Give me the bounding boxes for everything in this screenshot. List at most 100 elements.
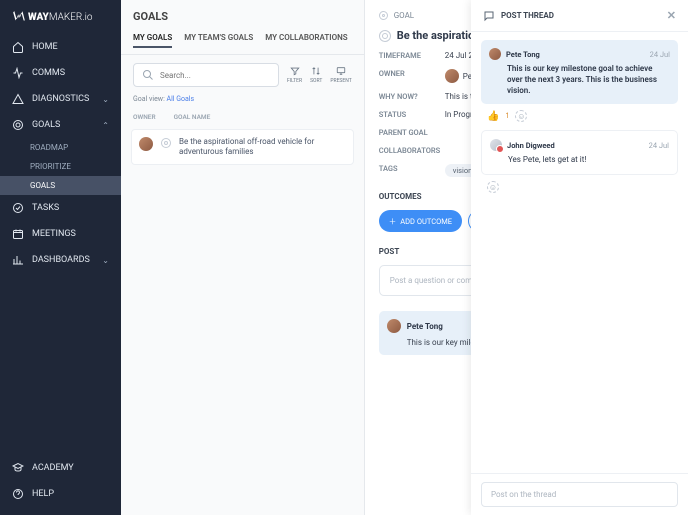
check-circle-icon <box>12 202 24 214</box>
plus-icon: ＋ <box>389 216 397 227</box>
thread-input[interactable]: Post on the thread <box>481 482 678 507</box>
nav-roadmap[interactable]: ROADMAP <box>0 138 121 157</box>
goal-view-value[interactable]: All Goals <box>167 95 195 103</box>
post-author-name: Pete Tong <box>407 322 443 331</box>
close-icon[interactable]: ✕ <box>667 9 676 22</box>
sort-icon <box>310 66 322 76</box>
target-icon <box>379 11 388 20</box>
present-icon <box>335 66 347 76</box>
goal-row[interactable]: Be the aspirational off-road vehicle for… <box>131 129 354 165</box>
nav-meetings-label: MEETINGS <box>32 229 76 239</box>
add-reaction-icon[interactable]: ☺ <box>487 181 499 193</box>
reaction-bar: 👍 1 ☺ <box>487 110 678 122</box>
col-owner: OWNER <box>133 113 156 121</box>
avatar <box>445 69 459 83</box>
reaction-bar: ☺ <box>487 181 678 193</box>
chevron-down-icon: ⌄ <box>102 256 109 265</box>
home-icon <box>12 41 24 53</box>
thread-header: POST THREAD ✕ <box>471 0 688 32</box>
nav-tasks-label: TASKS <box>32 203 59 213</box>
nav-goals-sub[interactable]: GOALS <box>0 176 121 195</box>
nav-comms-label: COMMS <box>32 68 65 78</box>
nav-footer: ACADEMY HELP <box>0 455 121 515</box>
chevron-up-icon: ⌃ <box>102 121 109 130</box>
avatar <box>387 319 401 333</box>
list-header: OWNER GOAL NAME <box>121 109 364 125</box>
parent-label: PARENT GOAL <box>379 128 445 137</box>
search-icon <box>142 69 154 81</box>
brand-logo[interactable]: WAYMAKER.io <box>0 0 121 34</box>
search-input[interactable] <box>160 71 270 80</box>
filter-tool[interactable]: FILTER <box>287 66 302 84</box>
sort-tool[interactable]: SORT <box>310 66 322 84</box>
thread-post[interactable]: Pete Tong 24 Jul This is our key milesto… <box>481 40 678 104</box>
triangle-icon <box>12 93 24 105</box>
avatar <box>490 139 502 151</box>
thumbs-up-icon[interactable]: 👍 <box>487 111 499 122</box>
activity-icon <box>12 67 24 79</box>
nav-academy[interactable]: ACADEMY <box>0 455 121 481</box>
goals-heading: GOALS <box>121 0 364 29</box>
present-label: PRESENT <box>330 78 351 84</box>
thread-input-wrap: Post on the thread <box>471 473 688 515</box>
nav-diagnostics-label: DIAGNOSTICS <box>32 94 89 104</box>
target-icon <box>379 30 391 42</box>
tab-collaborations[interactable]: MY COLLABORATIONS <box>265 29 347 48</box>
why-label: WHY NOW? <box>379 92 445 101</box>
nav-comms[interactable]: COMMS <box>0 60 121 86</box>
thread-post-author: John Digweed <box>507 141 555 150</box>
filter-icon <box>289 66 301 76</box>
nav: HOME COMMS DIAGNOSTICS ⌄ GOALS ⌃ ROADMAP… <box>0 34 121 455</box>
add-outcome-button[interactable]: ＋ ADD OUTCOME <box>379 210 462 232</box>
thread-heading-text: POST THREAD <box>501 11 554 20</box>
bar-chart-icon <box>12 254 24 266</box>
nav-goals[interactable]: GOALS ⌃ <box>0 112 121 138</box>
filter-label: FILTER <box>287 78 302 84</box>
search-input-wrap[interactable] <box>133 63 279 87</box>
tag-text: vision <box>453 166 473 175</box>
owner-label: OWNER <box>379 69 445 83</box>
goal-view-line: Goal view: All Goals <box>121 95 364 109</box>
goal-row-name: Be the aspirational off-road vehicle for… <box>179 137 346 157</box>
nav-home-label: HOME <box>32 42 58 52</box>
thread-post-author: Pete Tong <box>506 50 540 59</box>
avatar <box>139 137 153 151</box>
help-icon <box>12 488 24 500</box>
nav-dashboards[interactable]: DASHBOARDS ⌄ <box>0 247 121 273</box>
reaction-count: 1 <box>505 112 509 120</box>
goals-tabs: MY GOALS MY TEAM'S GOALS MY COLLABORATIO… <box>121 29 364 55</box>
waymaker-logo-icon <box>12 10 26 24</box>
nav-home[interactable]: HOME <box>0 34 121 60</box>
brand-name-rest: MAKER.io <box>49 12 93 23</box>
status-label: STATUS <box>379 110 445 119</box>
timeframe-label: TIMEFRAME <box>379 51 445 60</box>
chevron-down-icon: ⌄ <box>102 95 109 104</box>
nav-diagnostics[interactable]: DIAGNOSTICS ⌄ <box>0 86 121 112</box>
tab-team-goals[interactable]: MY TEAM'S GOALS <box>184 29 253 48</box>
thread-post-header: John Digweed 24 Jul <box>490 139 669 151</box>
nav-help[interactable]: HELP <box>0 481 121 507</box>
nav-dashboards-label: DASHBOARDS <box>32 255 90 265</box>
calendar-icon <box>12 228 24 240</box>
present-tool[interactable]: PRESENT <box>330 66 351 84</box>
thread-post-header: Pete Tong 24 Jul <box>489 48 670 60</box>
goals-tools: FILTER SORT PRESENT <box>121 55 364 95</box>
add-reaction-icon[interactable]: ☺ <box>515 110 527 122</box>
col-goal-name: GOAL NAME <box>174 113 211 121</box>
thread-body: Pete Tong 24 Jul This is our key milesto… <box>471 32 688 473</box>
thread-post[interactable]: John Digweed 24 Jul Yes Pete, lets get a… <box>481 130 678 175</box>
chat-icon <box>483 10 495 22</box>
collab-label: COLLABORATORS <box>379 146 445 155</box>
academy-icon <box>12 462 24 474</box>
nav-goals-label: GOALS <box>32 120 60 130</box>
nav-tasks[interactable]: TASKS <box>0 195 121 221</box>
nav-prioritize[interactable]: PRIORITIZE <box>0 157 121 176</box>
thread-post-date: 24 Jul <box>650 50 670 59</box>
nav-academy-label: ACADEMY <box>32 463 74 473</box>
thread-post-date: 24 Jul <box>649 141 669 150</box>
tab-my-goals[interactable]: MY GOALS <box>133 29 172 48</box>
target-icon <box>161 138 171 148</box>
sidebar: WAYMAKER.io HOME COMMS DIAGNOSTICS ⌄ GOA… <box>0 0 121 515</box>
breadcrumb-label: GOAL <box>394 11 414 20</box>
nav-meetings[interactable]: MEETINGS <box>0 221 121 247</box>
